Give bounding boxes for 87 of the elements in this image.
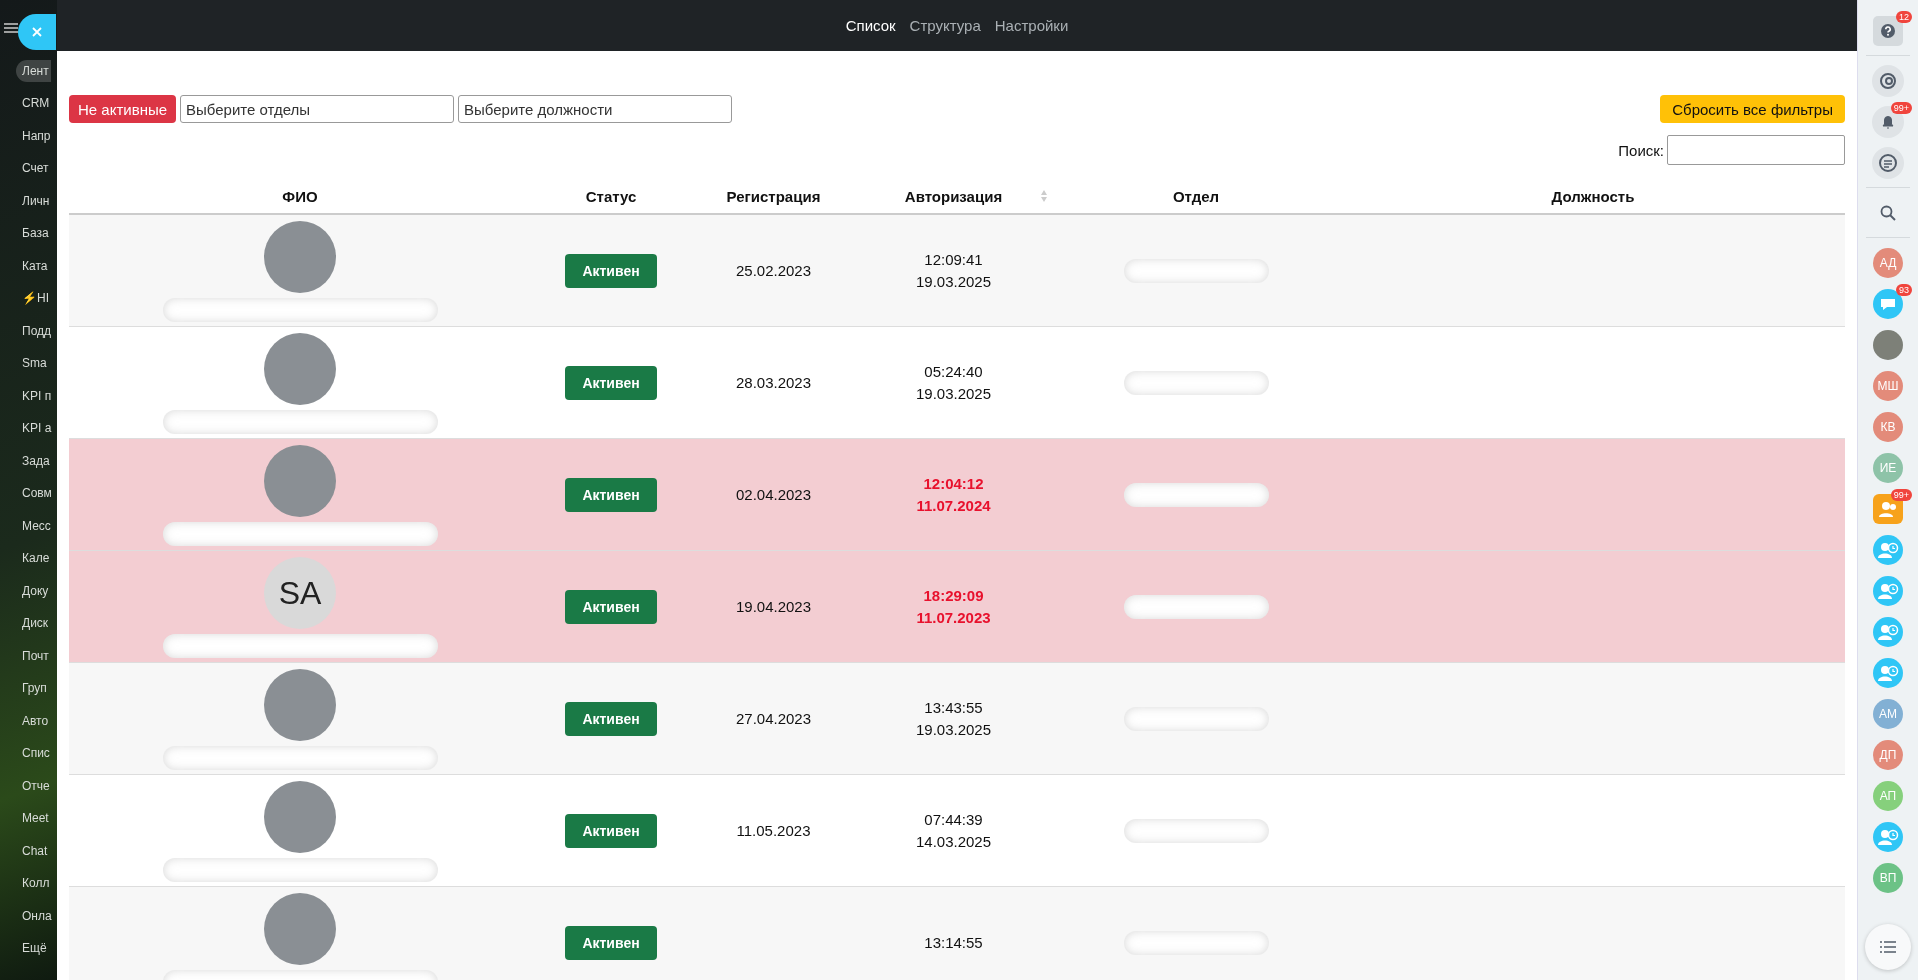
column-header[interactable]: Авторизация	[904, 187, 1003, 205]
tab[interactable]: Структура	[909, 17, 981, 34]
column-header[interactable]: Регистрация	[726, 187, 821, 205]
auth-date: 19.03.2025	[915, 719, 992, 740]
sidebar-item[interactable]: Sma	[0, 347, 47, 380]
auth-date: 11.07.2024	[916, 495, 991, 516]
status-button[interactable]: Активен	[565, 925, 657, 960]
sidebar-item[interactable]: Кале	[0, 542, 50, 575]
user-clock-icon[interactable]	[1873, 821, 1903, 852]
auth-time: 12:04:12	[923, 473, 984, 494]
sidebar-item[interactable]: Груп	[0, 672, 47, 705]
auth-time: 05:24:40	[924, 361, 983, 382]
list-icon	[1880, 941, 1896, 953]
tab[interactable]: Настройки	[994, 17, 1069, 34]
column-header[interactable]: Статус	[585, 187, 637, 205]
menu-icon[interactable]	[4, 23, 18, 33]
status-button[interactable]: Активен	[565, 477, 657, 512]
auth-time: 12:09:41	[924, 249, 983, 270]
sidebar-item[interactable]: Meet	[0, 802, 49, 835]
status-button[interactable]: Активен	[565, 813, 657, 848]
sidebar-item[interactable]: Онла	[0, 899, 52, 932]
sidebar-item[interactable]: Подд	[0, 314, 52, 347]
status-button[interactable]: Активен	[565, 701, 657, 736]
sidebar-item[interactable]: Счет	[0, 152, 49, 185]
sidebar-item[interactable]: Почт	[0, 639, 49, 672]
chat-list-icon[interactable]	[1872, 146, 1904, 179]
spiral-icon[interactable]	[1872, 64, 1904, 97]
user-clock-icon[interactable]	[1873, 575, 1903, 606]
status-button[interactable]: Активен	[565, 589, 657, 624]
auth-date: 11.07.2023	[916, 607, 991, 628]
auth-date: 14.03.2025	[915, 831, 992, 852]
search-label: Поиск:	[1618, 141, 1664, 159]
notification-badge: 99+	[1890, 489, 1912, 501]
sidebar-item[interactable]: Спис	[0, 737, 50, 770]
departments-field[interactable]: Выберите отделы	[180, 95, 455, 123]
notification-badge: 99+	[1890, 102, 1912, 114]
sidebar-item[interactable]: База	[0, 217, 49, 250]
registration-date: 25.02.2023	[735, 260, 812, 281]
column-header[interactable]: ФИО	[282, 187, 318, 205]
list-menu-button[interactable]	[1865, 924, 1911, 970]
registration-date: 27.04.2023	[735, 708, 812, 729]
close-icon	[31, 26, 43, 38]
status-button[interactable]: Активен	[565, 253, 657, 288]
auth-date: 19.03.2025	[915, 383, 992, 404]
column-header[interactable]: Отдел	[1172, 187, 1220, 205]
sidebar-item[interactable]: Ещё	[0, 932, 47, 965]
registration-date: 28.03.2023	[735, 372, 812, 393]
auth-time: 13:43:55	[924, 697, 983, 718]
user-clock-icon[interactable]	[1873, 616, 1903, 647]
user-clock-icon[interactable]	[1873, 657, 1903, 688]
sidebar-item[interactable]: Chat	[0, 834, 48, 867]
registration-date: 02.04.2023	[735, 484, 812, 505]
registration-date: 19.04.2023	[735, 596, 812, 617]
avatar: SA	[264, 557, 336, 629]
sidebar-item[interactable]: KPI а	[0, 412, 52, 445]
notification-badge: 93	[1896, 284, 1912, 296]
sidebar-item[interactable]: Колл	[0, 867, 50, 900]
positions-field[interactable]: Выберите должности	[458, 95, 733, 123]
auth-time: 18:29:09	[923, 585, 984, 606]
sidebar-item[interactable]: Личн	[0, 184, 50, 217]
close-button[interactable]	[18, 14, 56, 50]
notification-badge: 12	[1896, 11, 1912, 23]
search-icon[interactable]	[1880, 204, 1896, 221]
sidebar-item[interactable]: Совм	[0, 477, 52, 510]
photo-placeholder[interactable]	[1873, 329, 1903, 360]
sidebar-item[interactable]: ⚡НІ	[0, 282, 49, 315]
sidebar-item[interactable]: Зада	[0, 444, 50, 477]
auth-time: 13:14:55	[924, 932, 983, 953]
sidebar-item[interactable]: Диск	[0, 607, 49, 640]
sidebar-item[interactable]: Отче	[0, 769, 50, 802]
sidebar-item[interactable]: CRM	[0, 87, 50, 120]
auth-time: 07:44:39	[924, 809, 983, 830]
user-clock-icon[interactable]	[1873, 534, 1903, 565]
auth-date: 19.03.2025	[915, 271, 992, 292]
sidebar-item[interactable]: KPI п	[0, 379, 52, 412]
status-button[interactable]: Активен	[565, 365, 657, 400]
sidebar-item[interactable]: Ката	[0, 249, 48, 282]
tab[interactable]: Список	[845, 17, 896, 34]
reset-filters-button[interactable]: Сбросить все фильтры	[1660, 95, 1845, 123]
sidebar-item[interactable]: Лент	[16, 60, 51, 82]
sidebar-item[interactable]: Авто	[0, 704, 49, 737]
sidebar-item[interactable]: Доку	[0, 574, 49, 607]
registration-date: 11.05.2023	[736, 820, 811, 841]
sidebar-item[interactable]: Месс	[0, 509, 51, 542]
search-field[interactable]	[1667, 135, 1845, 165]
column-header[interactable]: Должность	[1551, 187, 1635, 205]
sidebar-item[interactable]: Напр	[0, 119, 51, 152]
